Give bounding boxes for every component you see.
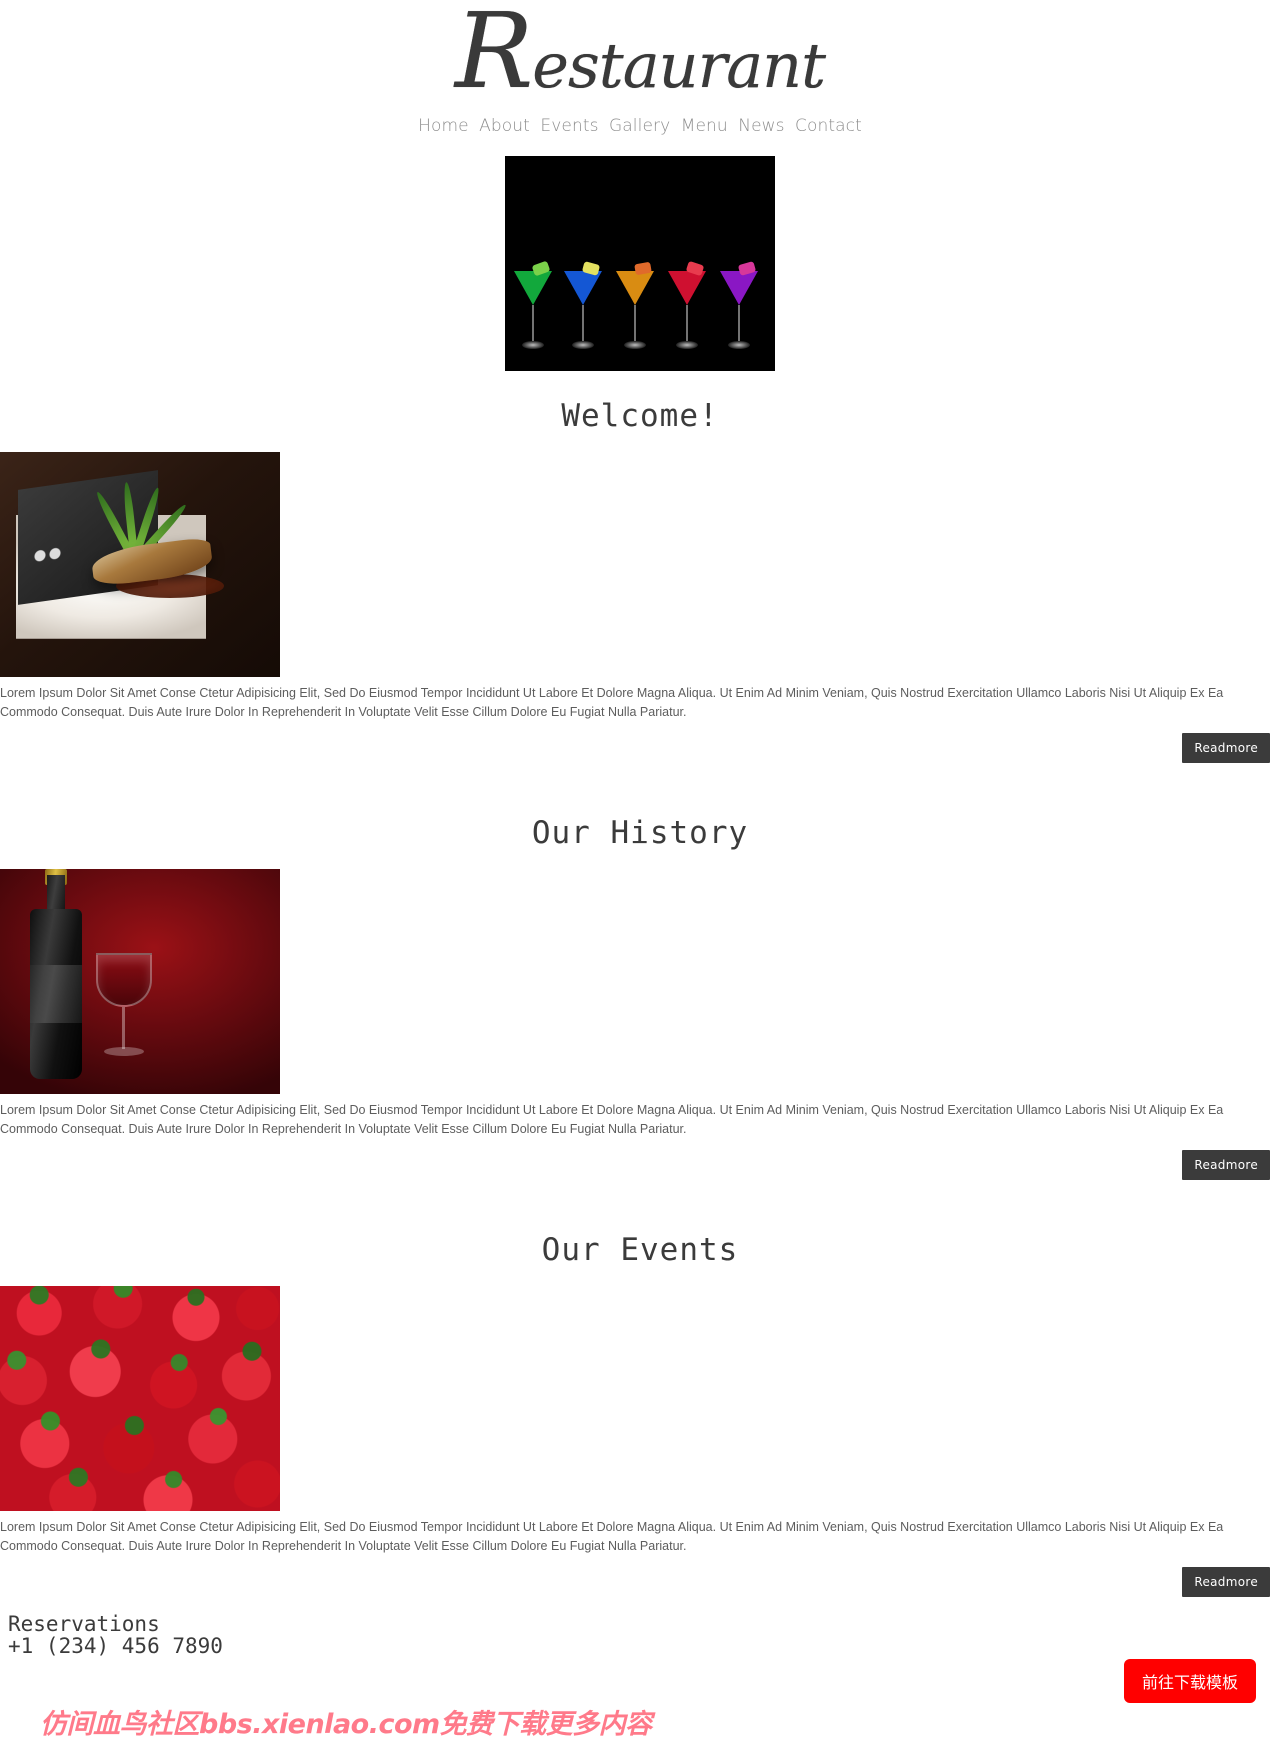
section-image-our-events <box>0 1286 280 1511</box>
logo-text: Restaurant <box>454 0 826 112</box>
section-title-our-events: Our Events <box>541 1232 739 1268</box>
cocktail-glass-blue <box>563 261 603 349</box>
nav-item-contact[interactable]: Contact <box>792 118 865 135</box>
section-our-events: Our Events Lorem Ipsum Dolor Sit Amet Co… <box>0 1210 1280 1597</box>
cocktail-glass-purple <box>719 261 759 349</box>
readmore-button-welcome[interactable]: Readmore <box>1182 733 1270 763</box>
reservations-phone[interactable]: +1 (234) 456 7890 <box>8 1635 1280 1657</box>
nav-item-gallery[interactable]: Gallery <box>606 118 673 135</box>
section-our-history: Our History Lorem Ipsum Dolor Sit Amet C… <box>0 793 1280 1180</box>
watermark-overlay: 仿间血鸟社区bbs.xienlao.com免费下载更多内容 <box>40 1709 652 1740</box>
section-body-welcome: Lorem Ipsum Dolor Sit Amet Conse Ctetur … <box>0 686 1224 719</box>
section-title-our-history: Our History <box>531 815 749 851</box>
readmore-row-our-history: Readmore <box>0 1150 1280 1180</box>
section-title-welcome: Welcome! <box>561 398 719 434</box>
hero-image-cocktails <box>505 156 775 371</box>
section-body-our-events: Lorem Ipsum Dolor Sit Amet Conse Ctetur … <box>0 1520 1224 1553</box>
reservations-footer: Reservations +1 (234) 456 7890 <box>0 1597 1280 1657</box>
nav-item-news[interactable]: News <box>735 118 787 135</box>
main-navigation: Home About Events Gallery Menu News Cont… <box>0 110 1280 145</box>
logo[interactable]: Restaurant <box>0 0 1280 112</box>
cocktail-glass-red <box>667 260 707 349</box>
section-welcome: Welcome! Lorem Ipsum Dolor Sit Amet Cons… <box>0 376 1280 763</box>
section-body-our-history: Lorem Ipsum Dolor Sit Amet Conse Ctetur … <box>0 1103 1224 1136</box>
bottle-label <box>30 965 82 1023</box>
hero-banner <box>0 156 1280 376</box>
cocktail-glass-orange <box>615 261 655 349</box>
wine-glass-base <box>104 1047 144 1056</box>
readmore-button-our-events[interactable]: Readmore <box>1182 1567 1270 1597</box>
nav-item-home[interactable]: Home <box>415 118 472 135</box>
wine-glass-stem <box>122 1007 125 1049</box>
section-image-welcome <box>0 452 280 677</box>
nav-item-about[interactable]: About <box>476 118 533 135</box>
download-template-button[interactable]: 前往下载模板 <box>1123 1659 1256 1703</box>
wine-glass-bowl <box>96 953 152 1007</box>
nav-item-events[interactable]: Events <box>537 118 601 135</box>
readmore-row-our-events: Readmore <box>0 1567 1280 1597</box>
nav-item-menu[interactable]: Menu <box>678 118 731 135</box>
cocktail-glass-green <box>513 260 553 349</box>
reservations-title: Reservations <box>8 1612 160 1636</box>
readmore-row-welcome: Readmore <box>0 733 1280 763</box>
section-image-our-history <box>0 869 280 1094</box>
readmore-button-our-history[interactable]: Readmore <box>1182 1150 1270 1180</box>
site-header: Restaurant Home About Events Gallery Men… <box>0 0 1280 145</box>
